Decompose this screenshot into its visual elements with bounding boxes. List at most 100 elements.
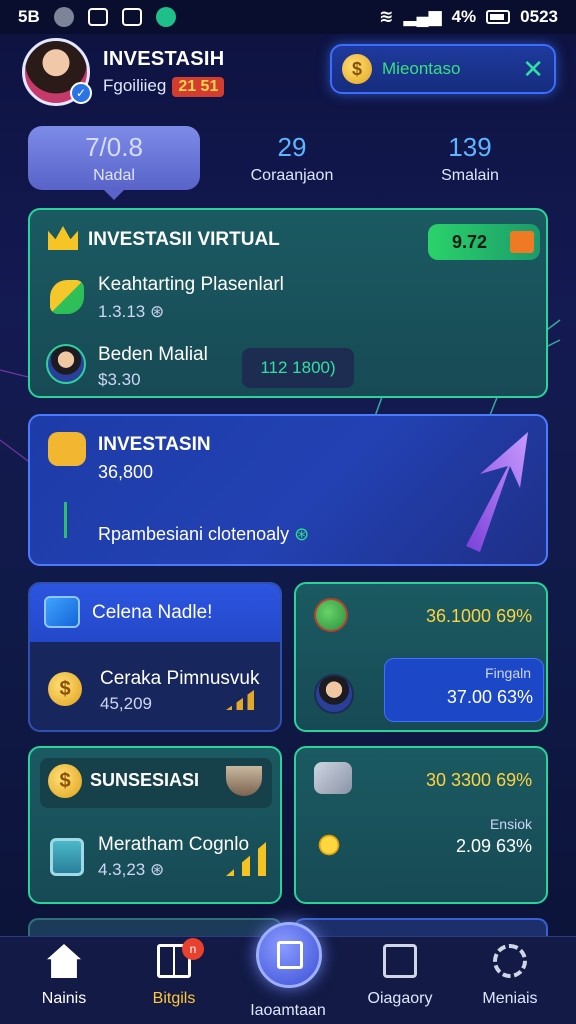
card-title: INVESTASIN bbox=[98, 434, 211, 455]
nav-center-label-item[interactable]: Iaoamtaan bbox=[240, 1002, 336, 1020]
info-icon: ⊛ bbox=[150, 860, 165, 879]
nav-label: Oiagaory bbox=[367, 990, 433, 1007]
card-value-2: 2.09 63% bbox=[456, 836, 532, 857]
status-app-icon bbox=[155, 7, 176, 27]
row-value: 1.3.13 ⊛ bbox=[98, 302, 164, 322]
stat-value: 29 bbox=[277, 132, 307, 162]
status-carrier: 5B bbox=[18, 7, 40, 26]
card-value: 36.1000 69% bbox=[426, 606, 533, 626]
row-value: 45,209 bbox=[100, 694, 152, 713]
row-value: 4.3,23 ⊛ bbox=[98, 860, 164, 880]
plant-icon bbox=[56, 502, 76, 542]
inner-value-text: 37.00 63% bbox=[446, 687, 533, 707]
home-icon bbox=[47, 944, 81, 978]
stat-label: Smalain bbox=[441, 167, 499, 184]
globe-icon bbox=[314, 598, 348, 632]
next-card-right bbox=[294, 918, 548, 938]
wallet-icon bbox=[44, 596, 80, 628]
status-message-icon bbox=[121, 8, 142, 26]
card-title: INVESTASII VIRTUAL bbox=[88, 229, 280, 250]
stat-label: Coraanjaon bbox=[250, 167, 334, 184]
nav-label: Iaoamtaan bbox=[250, 1002, 326, 1019]
wallet-button[interactable]: $ Mieontaso ✕ bbox=[330, 44, 556, 94]
card-value: 30 3300 69% bbox=[426, 770, 533, 790]
row-label: Keahtarting Plasenlarl bbox=[98, 274, 284, 295]
inner-label: Fingaln bbox=[485, 665, 531, 681]
status-time: 0523 bbox=[520, 7, 558, 26]
nav-label: Meniais bbox=[482, 990, 538, 1007]
nav-settings[interactable]: Meniais bbox=[462, 944, 558, 1008]
row-label: Ceraka Pimnusvuk bbox=[100, 668, 260, 689]
right-stats-card-1[interactable]: 36.1000 69% Fingaln 37.00 63% bbox=[294, 582, 548, 732]
stat-tab-nadal[interactable]: 7/0.8 Nadal bbox=[28, 126, 200, 200]
bar-chart-icon bbox=[226, 690, 254, 710]
row-value-text: 1.3.13 bbox=[98, 302, 146, 321]
celena-card[interactable]: Celena Nadle! $ Ceraka Pimnusvuk 45,209 bbox=[28, 582, 282, 732]
investasin-card[interactable]: INVESTASIN 36,800 Rpambesiani clotenoaly… bbox=[28, 414, 548, 566]
virtual-change-chip[interactable]: 9.72 bbox=[428, 224, 540, 260]
stat-tab-smalain[interactable]: 139 Smalain bbox=[384, 126, 556, 190]
row-value-text: 4.3,23 bbox=[98, 860, 146, 879]
level-badge: 21 51 bbox=[172, 77, 225, 97]
check-icon bbox=[383, 944, 417, 978]
row-label: Beden Malial bbox=[98, 344, 208, 365]
sunsesiasi-card[interactable]: $ SUNSESIASI Meratham Cognlo 4.3,23 ⊛ bbox=[28, 746, 282, 904]
notification-badge: n bbox=[182, 938, 204, 960]
close-icon[interactable]: ✕ bbox=[522, 54, 544, 85]
row-value: $3.30 bbox=[98, 370, 141, 389]
right-stats-card-2[interactable]: 30 3300 69% Ensiok 2.09 63% bbox=[294, 746, 548, 904]
card-title: Celena Nadle! bbox=[92, 602, 213, 623]
stat-tab-coraanjaon[interactable]: 29 Coraanjaon bbox=[206, 126, 378, 190]
coin-icon: $ bbox=[48, 764, 82, 798]
center-action-button[interactable] bbox=[256, 922, 322, 988]
arrow-up-icon bbox=[466, 432, 528, 552]
nav-home[interactable]: Nainis bbox=[16, 944, 112, 1008]
dollar-coin-icon: $ bbox=[48, 672, 82, 706]
row-label: Meratham Cognlo bbox=[98, 834, 250, 855]
status-l-icon bbox=[53, 7, 74, 27]
nav-label: Bitgils bbox=[152, 990, 196, 1007]
inner-panel: Fingaln 37.00 63% bbox=[384, 658, 544, 722]
document-icon bbox=[50, 838, 84, 876]
coin-icon: $ bbox=[342, 54, 372, 84]
card-label: Ensiok bbox=[489, 816, 532, 832]
wifi-icon: ≋ bbox=[379, 7, 394, 26]
verified-badge-icon: ✓ bbox=[70, 82, 92, 104]
card-subtitle: Rpambesiani clotenoaly ⊛ bbox=[98, 524, 309, 545]
nav-category[interactable]: Oiagaory bbox=[352, 944, 448, 1008]
inner-value: 37.00 63% bbox=[447, 687, 533, 708]
gear-icon bbox=[493, 944, 527, 978]
user-level: Fgoiliieg 21 51 bbox=[103, 76, 225, 97]
stat-value: 7/0.8 bbox=[85, 132, 143, 162]
chat-icon bbox=[48, 432, 86, 466]
figure-value: 112 1800) bbox=[260, 358, 336, 377]
card-value: 36,800 bbox=[98, 462, 154, 482]
stat-label: Nadal bbox=[93, 167, 135, 184]
leaf-icon bbox=[50, 280, 84, 314]
status-image-icon bbox=[87, 8, 108, 26]
next-card-left bbox=[28, 918, 282, 938]
nav-label: Nainis bbox=[41, 990, 87, 1007]
battery-icon bbox=[486, 10, 511, 24]
card-value-2-text: 2.09 63% bbox=[455, 836, 532, 856]
info-icon: ⊛ bbox=[150, 302, 165, 321]
card-title: SUNSESIASI bbox=[90, 770, 200, 790]
signal-icon: ▂▄▆ bbox=[403, 7, 442, 26]
wallet-label: Mieontaso bbox=[382, 59, 461, 78]
user-face-icon bbox=[46, 344, 86, 384]
edit-icon bbox=[277, 941, 303, 969]
level-label: Fgoiliieg bbox=[103, 76, 167, 95]
sun-icon bbox=[314, 830, 344, 860]
nav-bitgils[interactable]: n Bitgils bbox=[126, 938, 222, 1008]
card-subtitle-text: Rpambesiani clotenoaly bbox=[98, 524, 290, 544]
crown-icon bbox=[48, 226, 78, 250]
chip-value: 9.72 bbox=[452, 231, 488, 252]
status-battery-text: 4% bbox=[451, 7, 477, 26]
status-bar: 5B ≋ ▂▄▆ 4% 0523 bbox=[0, 0, 576, 34]
person-icon bbox=[314, 674, 354, 714]
stat-value: 139 bbox=[448, 132, 492, 162]
virtual-investment-card[interactable]: INVESTASII VIRTUAL 9.72 Keahtarting Plas… bbox=[28, 208, 548, 398]
user-name: INVESTASIH bbox=[103, 48, 225, 70]
money-icon bbox=[314, 762, 352, 794]
info-icon: ⊛ bbox=[294, 524, 310, 544]
